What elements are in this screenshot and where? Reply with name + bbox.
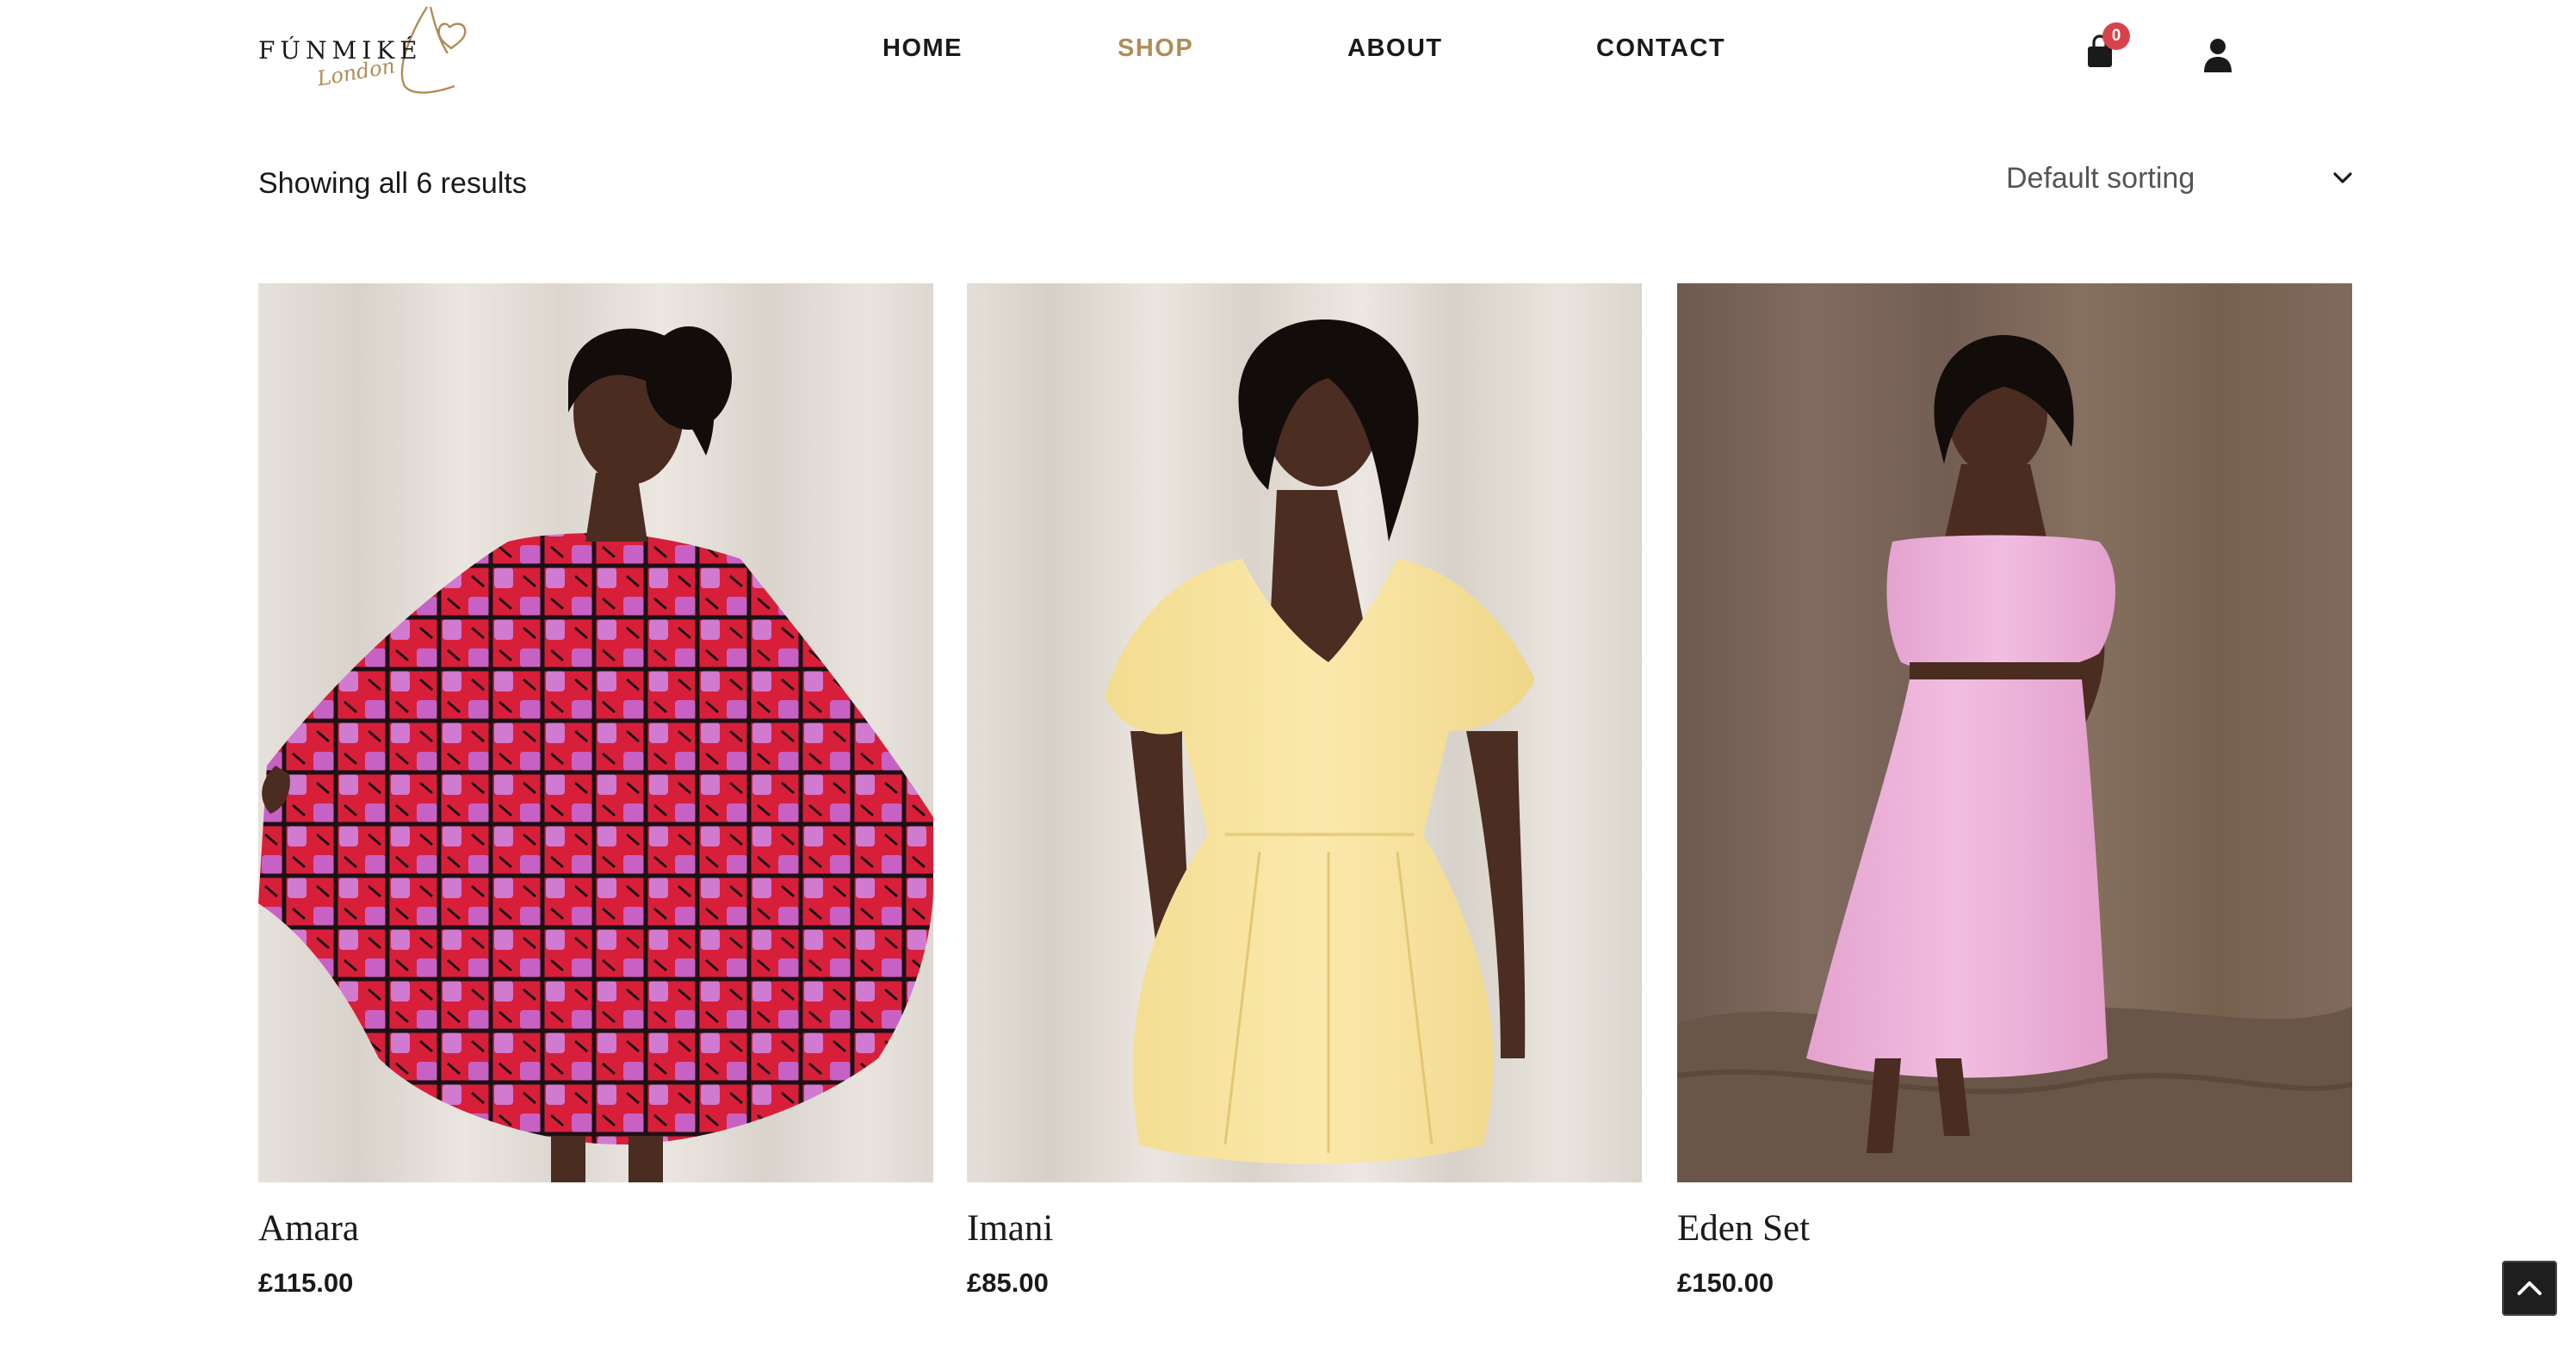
nav-home[interactable]: HOME [882,34,963,63]
nav-shop[interactable]: SHOP [1118,34,1193,63]
user-icon [2204,39,2232,72]
product-image-amara[interactable] [258,283,933,1182]
chevron-up-icon [2517,1281,2542,1295]
product-price: £85.00 [967,1268,1049,1298]
product-image-eden-set[interactable] [1677,283,2352,1182]
nav-contact[interactable]: CONTACT [1596,34,1725,63]
product-card[interactable]: Amara £115.00 [258,283,933,1298]
product-price: £115.00 [258,1268,354,1298]
chevron-down-icon [2333,172,2352,183]
product-name[interactable]: Imani [967,1207,1053,1250]
account-button[interactable] [2202,38,2233,72]
product-name[interactable]: Amara [258,1207,359,1250]
back-to-top-button[interactable] [2502,1261,2557,1316]
logo-wordmark: FÚNMIKÉ [258,36,423,65]
site-header: FÚNMIKÉ London HOME SHOP ABOUT CONTACT 0 [0,0,2576,103]
result-count: Showing all 6 results [258,167,527,200]
cart-button[interactable]: 0 [2085,22,2130,72]
cart-count-badge: 0 [2102,22,2130,50]
sorting-selected-value: Default sorting [2006,162,2195,195]
product-name[interactable]: Eden Set [1677,1207,1810,1250]
product-card[interactable]: Imani £85.00 [967,283,1642,1298]
sorting-select[interactable]: Default sorting [1997,155,2359,203]
product-image-imani[interactable] [967,283,1642,1182]
nav-about[interactable]: ABOUT [1347,34,1443,63]
site-logo[interactable]: FÚNMIKÉ London [258,0,474,100]
product-card[interactable]: Eden Set £150.00 [1677,283,2352,1298]
product-price: £150.00 [1677,1268,1774,1298]
